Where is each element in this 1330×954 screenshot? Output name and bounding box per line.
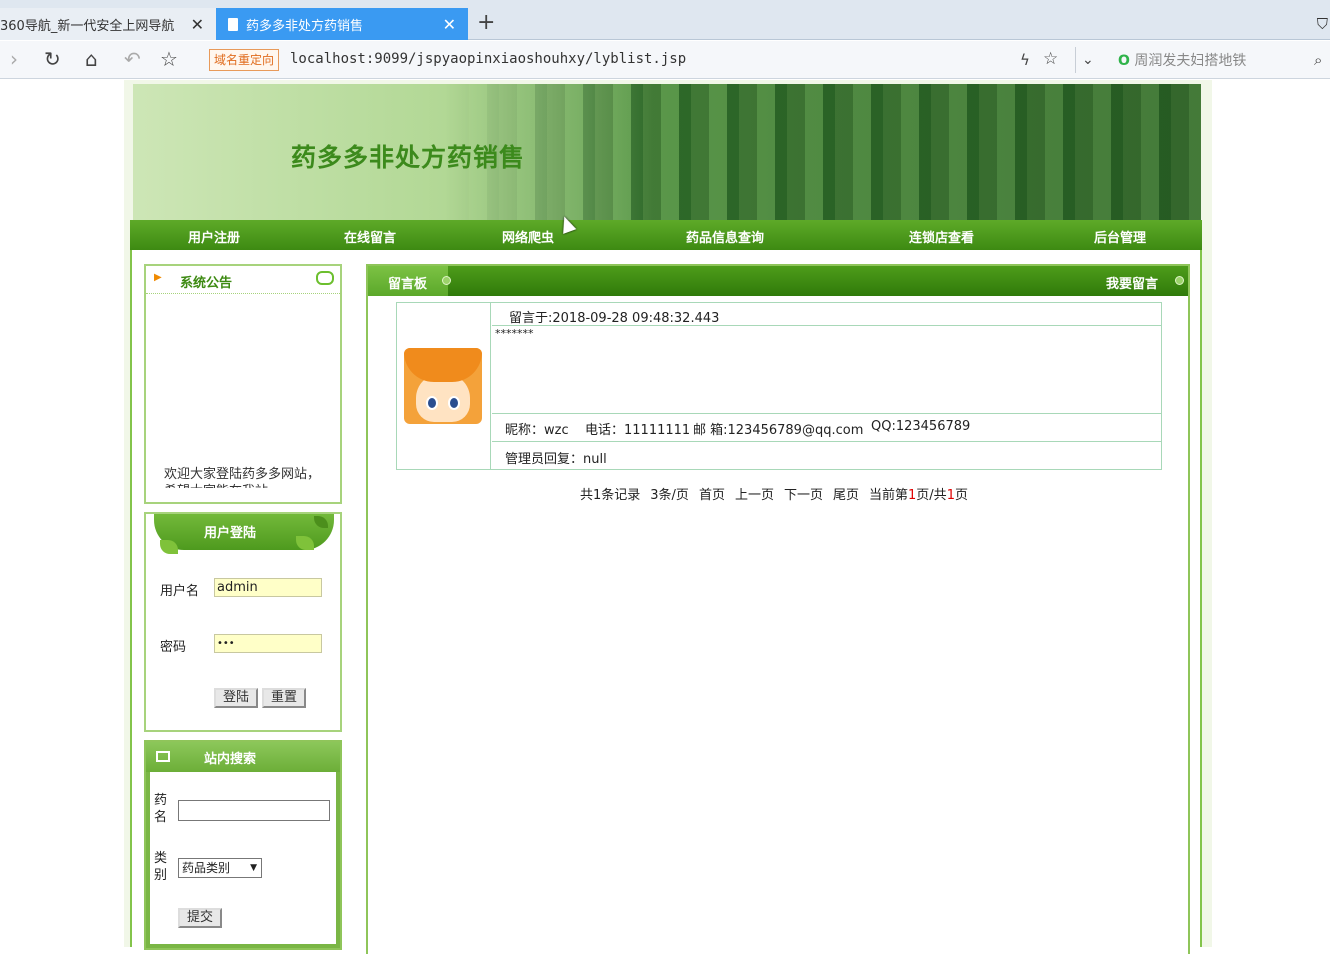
page: 药多多非处方药销售 用户注册 在线留言 网络爬虫 药品信息查询 连锁店查看 后台… — [124, 80, 1212, 954]
divider — [1075, 47, 1076, 73]
message-nickname: 昵称：wzc — [505, 423, 569, 438]
total-records: 共1条记录 — [580, 488, 641, 503]
first-page-link[interactable]: 首页 — [699, 488, 725, 503]
password-label: 密码 — [160, 640, 187, 655]
notice-panel: ▶ 系统公告 欢迎大家登陆药多多网站，希望大家能在我站 — [144, 264, 342, 504]
prev-page-link[interactable]: 上一页 — [735, 488, 774, 503]
last-page-link[interactable]: 尾页 — [833, 488, 859, 503]
message-board: 留言板 我要留言 留言于:2018-09-28 09:48:32.443 ***… — [366, 264, 1190, 954]
dot-icon — [442, 276, 451, 285]
next-page-link[interactable]: 下一页 — [784, 488, 823, 503]
board-title: 留言板 — [388, 277, 428, 292]
admin-reply: 管理员回复：null — [505, 452, 607, 467]
message-qq: QQ:123456789 — [871, 419, 971, 434]
redirect-badge[interactable]: 域名重定向 — [209, 49, 280, 71]
username-input[interactable]: admin — [214, 578, 322, 597]
address-bar: › ↻ ⌂ ↶ ☆ 域名重定向 localhost:9099/jspyaopin… — [0, 41, 1330, 79]
arrow-right-icon: ▶ — [154, 272, 162, 283]
category-label: 类别 — [154, 851, 168, 883]
reset-button[interactable]: 重置 — [262, 688, 306, 708]
undo-icon[interactable]: ↶ — [124, 47, 141, 71]
tab-360-nav[interactable]: 360导航_新一代安全上网导航 ✕ — [0, 8, 216, 40]
tab-pharmacy[interactable]: 药多多非处方药销售 ✕ — [216, 8, 468, 40]
submit-button[interactable]: 提交 — [178, 908, 222, 928]
board-header: 留言板 我要留言 — [368, 266, 1188, 296]
username-label: 用户名 — [160, 584, 200, 599]
url-input[interactable]: localhost:9099/jspyaopinxiaoshouhxy/lybl… — [290, 51, 686, 67]
lightning-icon[interactable]: ϟ — [1020, 51, 1030, 69]
notice-title: 系统公告 — [180, 276, 233, 291]
home-icon[interactable]: ⌂ — [85, 47, 98, 71]
notice-decor-icon — [316, 271, 334, 285]
nav-stores[interactable]: 连锁店查看 — [909, 227, 974, 246]
news-ticker[interactable]: O 周润发夫妇搭地铁 — [1118, 50, 1246, 70]
tab-title: 药多多非处方药销售 — [246, 18, 364, 34]
forward-icon[interactable]: › — [10, 47, 18, 71]
nav-message[interactable]: 在线留言 — [344, 227, 396, 246]
message-phone: 电话：11111111 — [585, 423, 691, 438]
search-icon[interactable]: ⌕ — [1314, 51, 1322, 69]
close-icon[interactable]: ✕ — [191, 15, 204, 34]
search-engine-icon: O — [1118, 53, 1130, 69]
nav-admin[interactable]: 后台管理 — [1094, 227, 1146, 246]
document-icon — [228, 17, 238, 31]
search-body: 药名 类别 药品类别 ▼ 提交 — [150, 772, 336, 944]
drug-name-label: 药名 — [154, 793, 168, 825]
reload-icon[interactable]: ↻ — [44, 47, 61, 71]
bookmark-star-icon[interactable]: ☆ — [1043, 49, 1058, 69]
login-title: 用户登陆 — [204, 526, 257, 541]
password-input[interactable]: ••• — [214, 634, 322, 653]
message-item: 留言于:2018-09-28 09:48:32.443 ******* 昵称：w… — [396, 302, 1162, 470]
notice-header: ▶ 系统公告 — [146, 266, 340, 294]
star-icon[interactable]: ☆ — [160, 47, 178, 71]
site-title: 药多多非处方药销售 — [291, 143, 526, 172]
main-nav: 用户注册 在线留言 网络爬虫 药品信息查询 连锁店查看 后台管理 — [130, 220, 1202, 250]
close-icon[interactable]: ✕ — [443, 15, 456, 34]
dot-icon — [1175, 276, 1184, 285]
search-panel: 站内搜索 药名 类别 药品类别 ▼ 提交 — [144, 740, 342, 950]
post-message-link[interactable]: 我要留言 — [1106, 273, 1158, 292]
drug-name-input[interactable] — [178, 800, 330, 821]
message-time: 留言于:2018-09-28 09:48:32.443 — [509, 311, 720, 326]
message-content: ******* — [495, 327, 534, 340]
card-icon — [156, 751, 170, 762]
nav-drug-query[interactable]: 药品信息查询 — [686, 227, 764, 246]
pagination: 共1条记录 3条/页 首页 上一页 下一页 尾页 当前第1页/共1页 — [580, 484, 968, 503]
search-title: 站内搜索 — [204, 752, 257, 767]
avatar — [404, 348, 482, 424]
banner: 药多多非处方药销售 — [133, 84, 1201, 220]
notice-text: 欢迎大家登陆药多多网站，希望大家能在我站 — [164, 467, 321, 488]
current-page-info: 当前第1页/共1页 — [869, 488, 968, 503]
dropdown-arrow-icon: ▼ — [250, 863, 257, 873]
message-email: 邮 箱:123456789@qq.com — [693, 423, 864, 438]
window-titlebar — [0, 0, 1330, 8]
category-select[interactable]: 药品类别 ▼ — [178, 858, 262, 878]
skin-icon[interactable]: ⛉ — [1317, 15, 1328, 33]
nav-crawler[interactable]: 网络爬虫 — [502, 227, 554, 246]
tab-bar: 360导航_新一代安全上网导航 ✕ 药多多非处方药销售 ✕ + ⛉ — [0, 8, 1330, 40]
nav-register[interactable]: 用户注册 — [188, 227, 240, 246]
login-panel: 用户登陆 用户名 admin 密码 ••• 登陆 重置 — [144, 512, 342, 732]
chevron-down-icon[interactable]: ⌄ — [1082, 52, 1094, 68]
content-area: ▶ 系统公告 欢迎大家登陆药多多网站，希望大家能在我站 用户登陆 用户名 adm… — [130, 250, 1202, 954]
new-tab-icon[interactable]: + — [477, 10, 495, 35]
tab-title: 360导航_新一代安全上网导航 — [0, 18, 175, 34]
search-header: 站内搜索 — [146, 742, 340, 772]
login-button[interactable]: 登陆 — [214, 688, 258, 708]
per-page: 3条/页 — [650, 488, 689, 503]
